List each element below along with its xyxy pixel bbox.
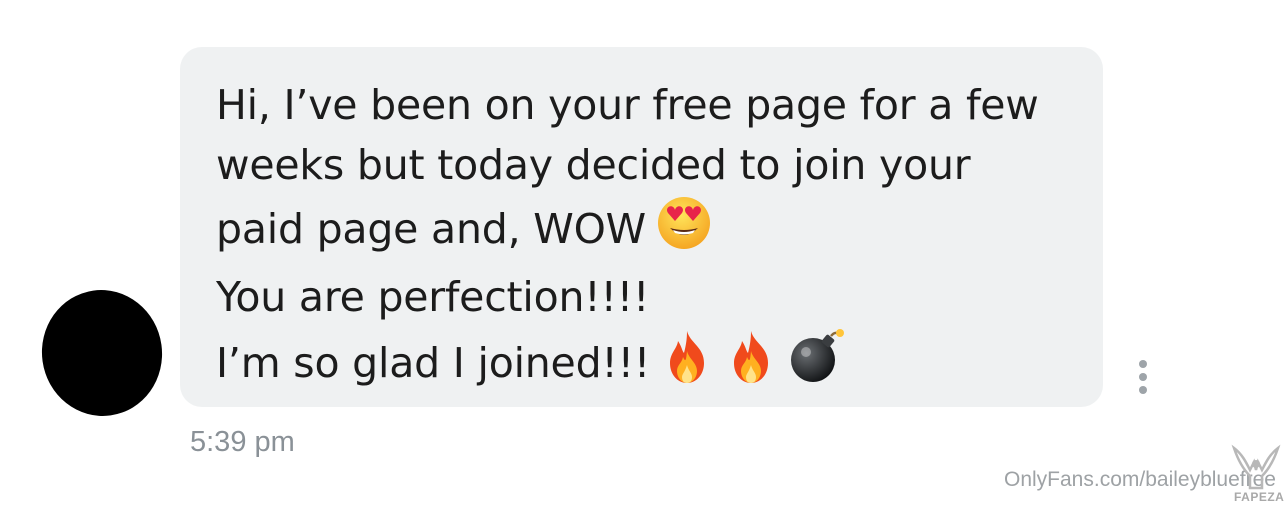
more-dot — [1139, 373, 1147, 381]
fire-emoji-icon — [660, 329, 714, 401]
watermark-logo-text: FAPEZA — [1234, 490, 1284, 504]
more-dot — [1139, 386, 1147, 394]
message-line-2: weeks but today decided to join your — [216, 141, 971, 189]
message-line-4: You are perfection!!!! — [216, 273, 650, 321]
more-options-icon[interactable] — [1133, 358, 1153, 398]
avatar[interactable] — [33, 282, 171, 424]
message-line-3-text: paid page and, WOW — [216, 205, 646, 253]
message-line-1: Hi, I’ve been on your free page for a fe… — [216, 81, 1039, 129]
message-timestamp: 5:39 pm — [190, 426, 295, 458]
bomb-emoji-icon — [788, 327, 846, 401]
chat-screen: Hi, I’ve been on your free page for a fe… — [0, 0, 1284, 505]
more-dot — [1139, 360, 1147, 368]
message-bubble[interactable]: Hi, I’ve been on your free page for a fe… — [180, 47, 1103, 407]
heart-eyes-emoji-icon — [656, 195, 712, 267]
message-line-3: paid page and, WOW — [216, 195, 1083, 267]
message-line-5: I’m so glad I joined!!! — [216, 327, 1083, 401]
fire-emoji-icon — [724, 329, 778, 401]
message-line-5-text: I’m so glad I joined!!! — [216, 339, 651, 387]
